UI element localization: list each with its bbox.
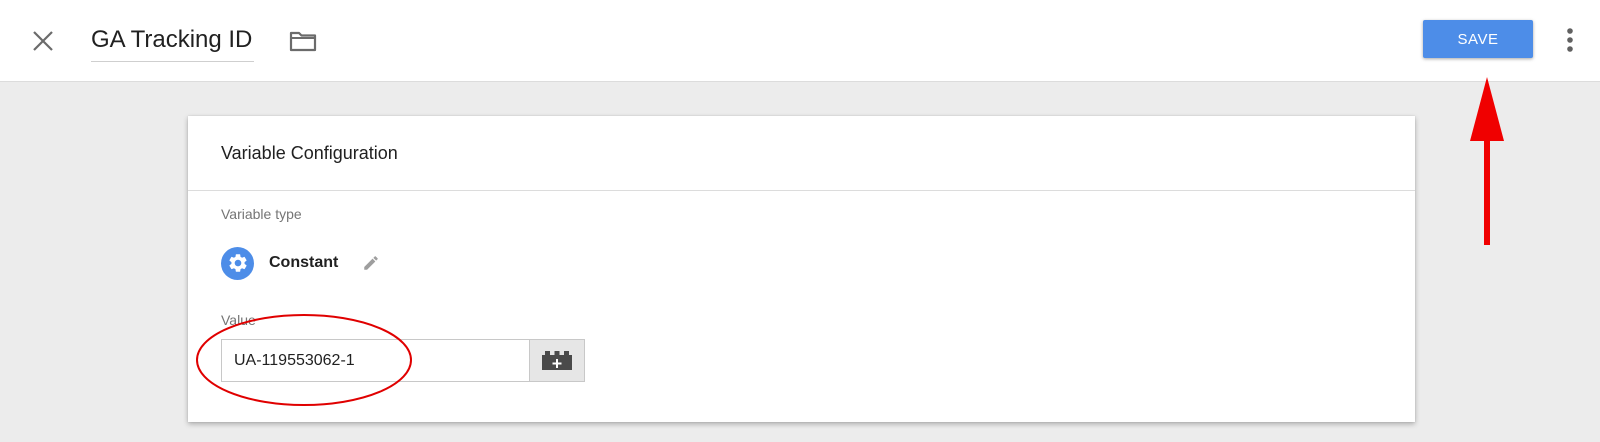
close-icon xyxy=(33,31,53,51)
value-input[interactable] xyxy=(221,339,529,382)
variable-type-row[interactable]: Constant xyxy=(221,246,382,280)
variable-configuration-card: Variable Configuration Variable type Con… xyxy=(188,116,1415,422)
folder-icon xyxy=(289,31,317,52)
more-vert-icon xyxy=(1567,28,1573,52)
add-variable-icon xyxy=(542,350,572,370)
variable-type-label: Variable type xyxy=(221,206,302,222)
annotation-arrow xyxy=(1470,77,1504,245)
title-field[interactable]: GA Tracking ID xyxy=(91,20,255,62)
card-title: Variable Configuration xyxy=(221,142,398,163)
save-button[interactable]: SAVE xyxy=(1423,20,1533,58)
gear-icon xyxy=(221,246,254,280)
top-bar: GA Tracking ID SAVE xyxy=(0,0,1600,82)
pencil-icon xyxy=(364,256,379,270)
page-title: GA Tracking ID xyxy=(91,26,253,53)
edit-variable-type-button[interactable] xyxy=(360,252,382,274)
insert-variable-button[interactable] xyxy=(529,339,585,382)
value-label: Value xyxy=(221,312,256,328)
close-button[interactable] xyxy=(28,26,58,56)
folder-button[interactable] xyxy=(287,27,319,55)
variable-type-name: Constant xyxy=(269,254,339,271)
value-row xyxy=(221,339,585,382)
card-header: Variable Configuration xyxy=(188,116,1415,191)
more-options-button[interactable] xyxy=(1560,24,1580,56)
